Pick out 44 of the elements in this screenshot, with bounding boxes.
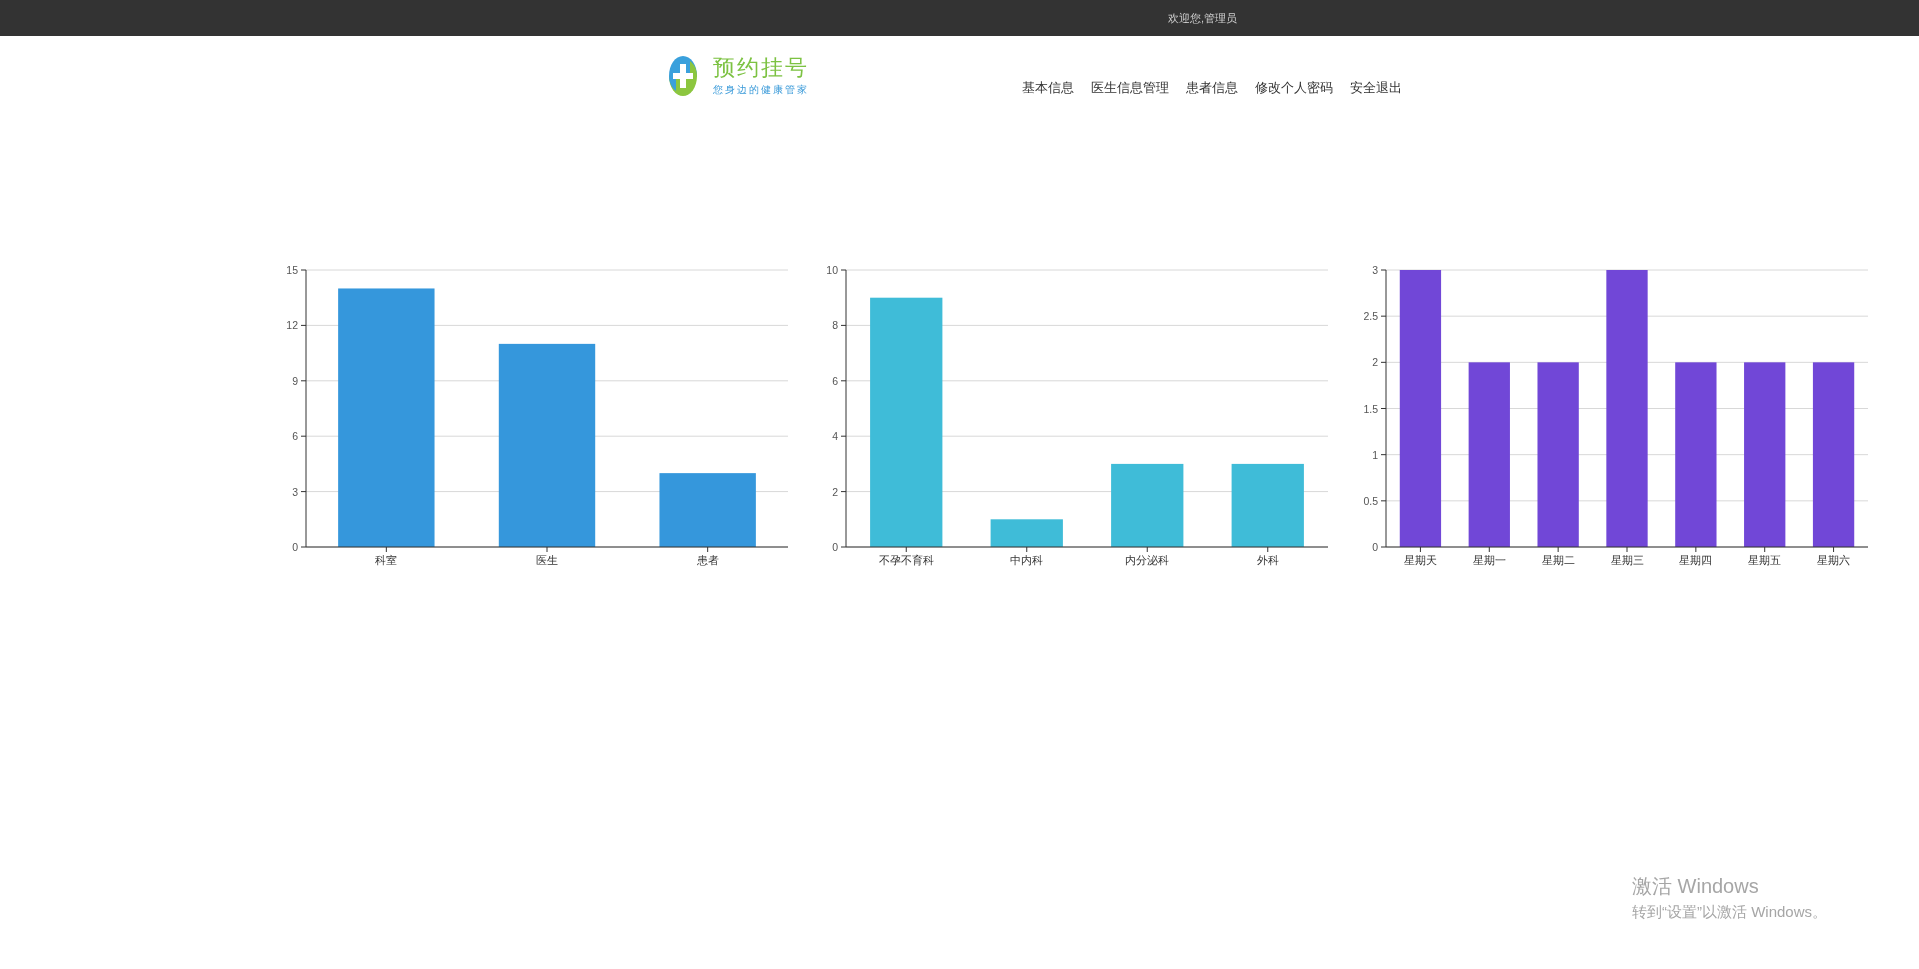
y-tick-label: 6 bbox=[292, 430, 298, 443]
y-tick-label: 4 bbox=[832, 430, 838, 443]
nav-link[interactable]: 安全退出 bbox=[1350, 79, 1402, 97]
category-label: 医生 bbox=[536, 554, 558, 566]
y-tick-label: 3 bbox=[292, 485, 298, 498]
category-label: 科室 bbox=[375, 554, 398, 566]
category-label: 星期五 bbox=[1748, 554, 1782, 566]
y-tick-label: 0 bbox=[1372, 541, 1378, 553]
y-tick-label: 2 bbox=[832, 485, 838, 498]
y-tick-label: 9 bbox=[292, 374, 298, 387]
y-tick-label: 8 bbox=[832, 319, 838, 332]
category-label: 不孕不育科 bbox=[878, 554, 934, 566]
category-label: 星期一 bbox=[1472, 554, 1506, 566]
activation-hint: 转到“设置”以激活 Windows。 bbox=[1632, 903, 1827, 921]
y-tick-label: 0 bbox=[832, 541, 838, 553]
y-tick-label: 2 bbox=[1372, 356, 1378, 369]
category-label: 患者 bbox=[696, 554, 719, 566]
welcome-text: 欢迎您,管理员 bbox=[1168, 11, 1238, 26]
nav-link[interactable]: 修改个人密码 bbox=[1255, 79, 1333, 97]
y-tick-label: 15 bbox=[286, 264, 298, 276]
y-tick-label: 0.5 bbox=[1363, 494, 1378, 507]
category-label: 内分泌科 bbox=[1125, 554, 1170, 566]
y-tick-label: 6 bbox=[832, 374, 838, 387]
nav-link[interactable]: 患者信息 bbox=[1186, 79, 1238, 97]
y-tick-label: 3 bbox=[1372, 264, 1378, 276]
y-tick-label: 10 bbox=[826, 264, 838, 276]
y-tick-label: 1 bbox=[1372, 448, 1378, 461]
nav-link[interactable]: 基本信息 bbox=[1022, 79, 1074, 97]
y-tick-label: 1.5 bbox=[1363, 402, 1378, 415]
y-tick-label: 0 bbox=[292, 541, 298, 553]
cross-emblem-icon bbox=[668, 55, 698, 97]
category-label: 外科 bbox=[1256, 554, 1279, 566]
logo-slogan: 您身边的健康管家 bbox=[713, 84, 809, 96]
y-tick-label: 12 bbox=[286, 319, 298, 332]
category-label: 星期四 bbox=[1679, 554, 1713, 566]
nav-link[interactable]: 医生信息管理 bbox=[1091, 79, 1169, 97]
logo-title: 预约挂号 bbox=[713, 56, 809, 80]
y-tick-label: 2.5 bbox=[1363, 310, 1378, 323]
category-label: 星期二 bbox=[1541, 554, 1575, 566]
category-label: 星期六 bbox=[1817, 554, 1851, 566]
category-label: 星期三 bbox=[1610, 554, 1644, 566]
category-label: 星期天 bbox=[1403, 554, 1437, 566]
category-label: 中内科 bbox=[1010, 554, 1044, 566]
activation-title: 激活 Windows bbox=[1632, 874, 1760, 898]
